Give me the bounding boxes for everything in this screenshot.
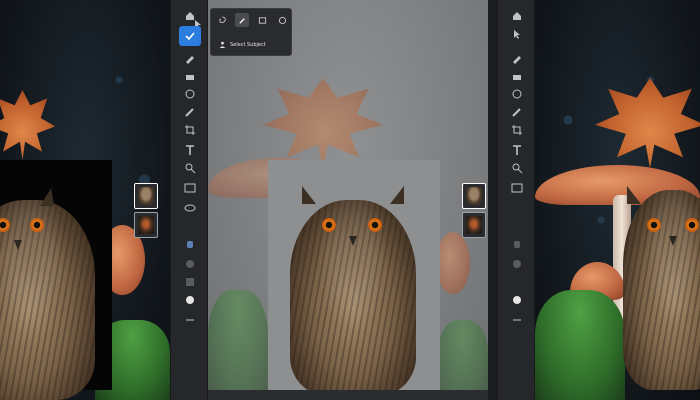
owl-subject <box>0 200 95 400</box>
zoom-icon[interactable] <box>180 160 200 176</box>
move-icon[interactable] <box>507 26 527 42</box>
brush-icon[interactable] <box>180 50 200 66</box>
person-icon <box>219 41 226 48</box>
image-icon[interactable] <box>507 180 527 196</box>
more-icon[interactable] <box>507 292 527 308</box>
select-subject-label: Select Subject <box>230 41 266 48</box>
black-layer <box>0 160 112 400</box>
popup-tool-row <box>215 13 289 27</box>
hand-icon[interactable] <box>507 236 527 252</box>
crop-icon[interactable] <box>507 122 527 138</box>
minus-icon[interactable] <box>180 312 200 328</box>
eyedropper-icon[interactable] <box>507 104 527 120</box>
layer-thumbnail[interactable] <box>134 212 158 238</box>
eraser-icon[interactable] <box>507 68 527 84</box>
rectangle-select-icon[interactable] <box>255 13 269 27</box>
adjust-icon[interactable] <box>180 256 200 272</box>
home-icon[interactable] <box>507 8 527 24</box>
app-composite: Select Subject <box>0 0 700 400</box>
image-icon[interactable] <box>180 180 200 196</box>
owl-ear <box>302 186 316 204</box>
ellipse-select-icon[interactable] <box>275 13 289 27</box>
owl-eye <box>30 218 44 232</box>
more-icon[interactable] <box>180 292 200 308</box>
subject-selection-layer <box>268 160 440 396</box>
layer-thumbnail[interactable] <box>134 183 158 209</box>
toolbar-right <box>497 0 535 400</box>
owl-subject <box>290 200 416 396</box>
zoom-icon[interactable] <box>507 160 527 176</box>
adjust-icon[interactable] <box>507 256 527 272</box>
maple-leaf <box>263 78 383 168</box>
bottom-bar <box>208 390 488 400</box>
left-canvas <box>0 0 170 400</box>
lasso-icon[interactable] <box>215 13 229 27</box>
owl-eye <box>685 218 699 232</box>
layer-thumbnail[interactable] <box>462 183 486 209</box>
owl-eye <box>322 218 336 232</box>
moss <box>208 290 268 400</box>
brush-icon[interactable] <box>235 13 249 27</box>
brush-icon[interactable] <box>507 50 527 66</box>
toolbar-middle <box>170 0 375 400</box>
mushroom-cap <box>436 232 470 294</box>
owl-eye <box>368 218 382 232</box>
mask-icon[interactable] <box>180 274 200 290</box>
type-icon[interactable] <box>507 142 527 158</box>
lasso-icon[interactable] <box>507 86 527 102</box>
select-subject-button[interactable]: Select Subject <box>219 41 266 48</box>
hand-icon[interactable] <box>180 236 200 252</box>
eyedropper-icon[interactable] <box>180 104 200 120</box>
owl-ear <box>390 186 404 204</box>
moss <box>535 290 625 400</box>
type-icon[interactable] <box>180 142 200 158</box>
moss <box>438 320 488 400</box>
crop-icon[interactable] <box>180 122 200 138</box>
lasso-icon[interactable] <box>180 86 200 102</box>
owl-eye <box>647 218 661 232</box>
maple-leaf <box>0 90 55 160</box>
middle-canvas <box>208 0 488 400</box>
visibility-icon[interactable] <box>180 200 200 216</box>
minus-icon[interactable] <box>507 312 527 328</box>
layer-thumbnail[interactable] <box>462 212 486 238</box>
selection-options-popup: Select Subject <box>210 8 292 56</box>
select-tool-button[interactable] <box>179 26 201 46</box>
right-canvas <box>535 0 700 400</box>
eraser-icon[interactable] <box>180 68 200 84</box>
owl-ear <box>40 188 54 206</box>
maple-leaf <box>595 78 700 168</box>
